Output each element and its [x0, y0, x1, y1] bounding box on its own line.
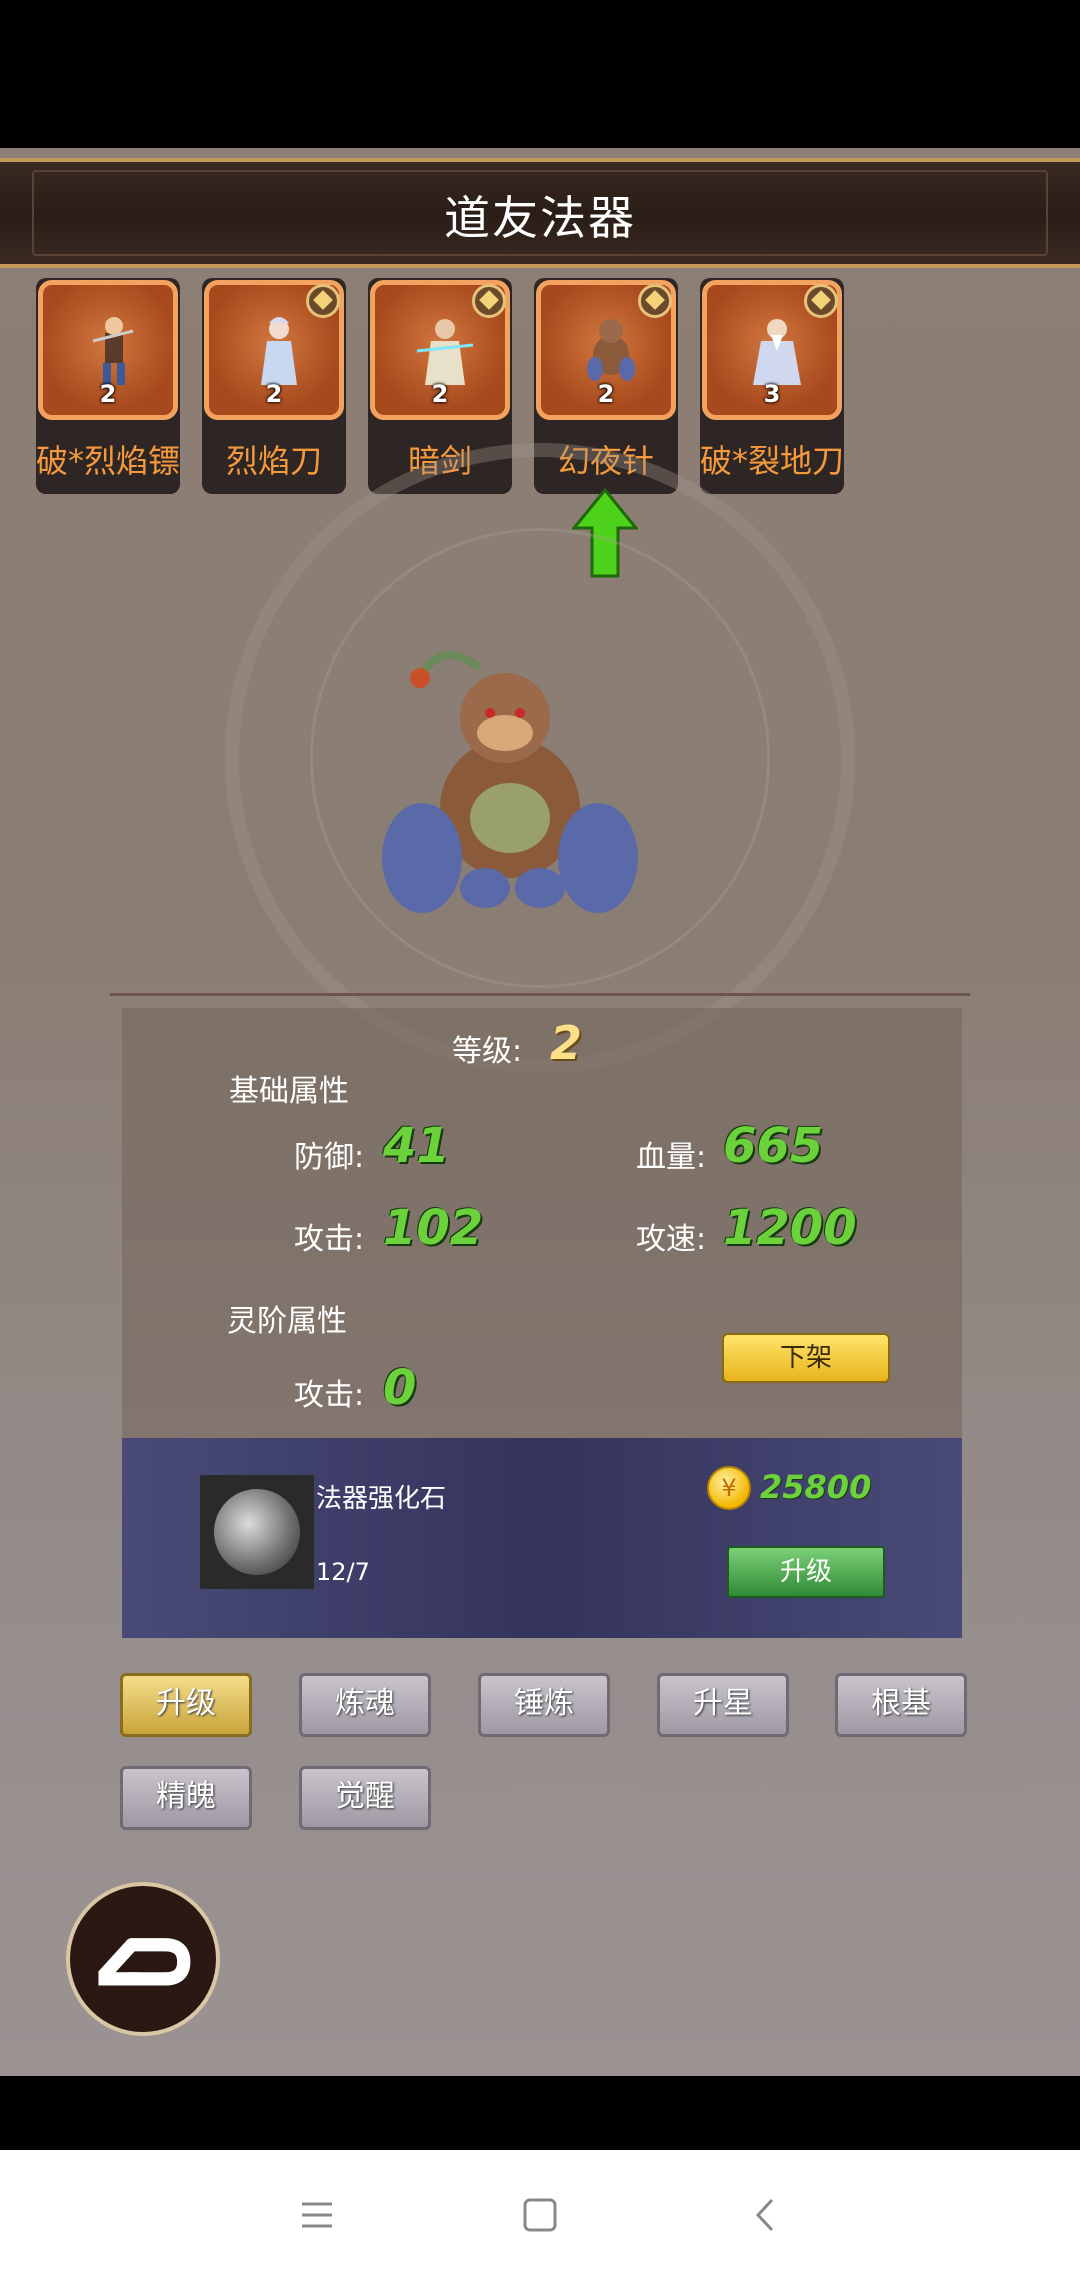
tab-awaken[interactable]: 觉醒: [299, 1766, 431, 1830]
title-bar: 道友法器: [0, 158, 1080, 268]
hp-value: 665: [723, 1118, 824, 1174]
game-screen: 道友法器 2 破*烈焰镖 2 烈焰刀 2 暗剑 2 幻夜针 3 破*裂地刀 等级…: [0, 148, 1080, 2076]
roster-card-2[interactable]: 2 烈焰刀: [202, 278, 346, 494]
base-attributes-title: 基础属性: [229, 1074, 349, 1109]
roster-name: 破*裂地刀: [700, 442, 844, 480]
attack-label: 攻击:: [294, 1222, 365, 1257]
hp-label: 血量:: [636, 1140, 707, 1175]
roster-level: 2: [265, 380, 283, 408]
material-name: 法器强化石: [316, 1484, 447, 1514]
level-value: 2: [550, 1016, 583, 1070]
defense-label: 防御:: [294, 1140, 365, 1175]
roster-card-5[interactable]: 3 破*裂地刀: [700, 278, 844, 494]
warrior-figure-icon: [92, 317, 134, 385]
roster-level: 3: [763, 380, 781, 408]
star-badge-icon: [306, 284, 340, 318]
spirit-attack-value: 0: [383, 1360, 417, 1416]
defense-value: 41: [383, 1118, 450, 1174]
coin-icon: ¥: [707, 1466, 751, 1510]
tab-refine-soul[interactable]: 炼魂: [299, 1673, 431, 1737]
roster-card-1[interactable]: 2 破*烈焰镖: [36, 278, 180, 494]
back-button[interactable]: [66, 1882, 220, 2036]
tab-temper[interactable]: 锤炼: [478, 1673, 610, 1737]
maiden-figure-icon: [261, 317, 297, 385]
roster-name: 烈焰刀: [225, 442, 322, 480]
swordsman-figure-icon: [416, 319, 474, 385]
material-count: 12/7: [316, 1558, 370, 1586]
attack-speed-label: 攻速:: [636, 1222, 707, 1257]
attack-value: 102: [383, 1200, 484, 1256]
star-badge-icon: [638, 284, 672, 318]
star-badge-icon: [472, 284, 506, 318]
back-nav-icon[interactable]: [740, 2190, 790, 2240]
monkey-hero-figure: [382, 651, 638, 913]
home-icon[interactable]: [515, 2190, 565, 2240]
upgrade-cost: 25800: [760, 1468, 872, 1506]
star-badge-icon: [804, 284, 838, 318]
roster-name: 破*烈焰镖: [36, 442, 180, 480]
sage-figure-icon: [753, 319, 801, 385]
tab-foundation[interactable]: 根基: [835, 1673, 967, 1737]
tab-essence[interactable]: 精魄: [120, 1766, 252, 1830]
roster-level: 2: [597, 380, 615, 408]
menu-icon[interactable]: [292, 2190, 342, 2240]
roster-level: 2: [431, 380, 449, 408]
level-label: 等级:: [452, 1034, 523, 1069]
spirit-attributes-title: 灵阶属性: [227, 1304, 347, 1339]
system-nav-bar: [0, 2150, 1080, 2280]
page-title: 道友法器: [444, 191, 636, 245]
roster-level: 2: [99, 380, 117, 408]
attack-speed-value: 1200: [723, 1200, 857, 1256]
tab-star-up[interactable]: 升星: [657, 1673, 789, 1737]
return-arrow-icon: [98, 1938, 191, 1986]
unequip-button[interactable]: 下架: [722, 1333, 890, 1383]
tab-upgrade[interactable]: 升级: [120, 1673, 252, 1737]
enhancement-stone-icon: [200, 1475, 314, 1589]
spirit-attack-label: 攻击:: [294, 1378, 365, 1413]
upgrade-button[interactable]: 升级: [727, 1546, 885, 1598]
monkey-figure-icon: [587, 319, 635, 381]
